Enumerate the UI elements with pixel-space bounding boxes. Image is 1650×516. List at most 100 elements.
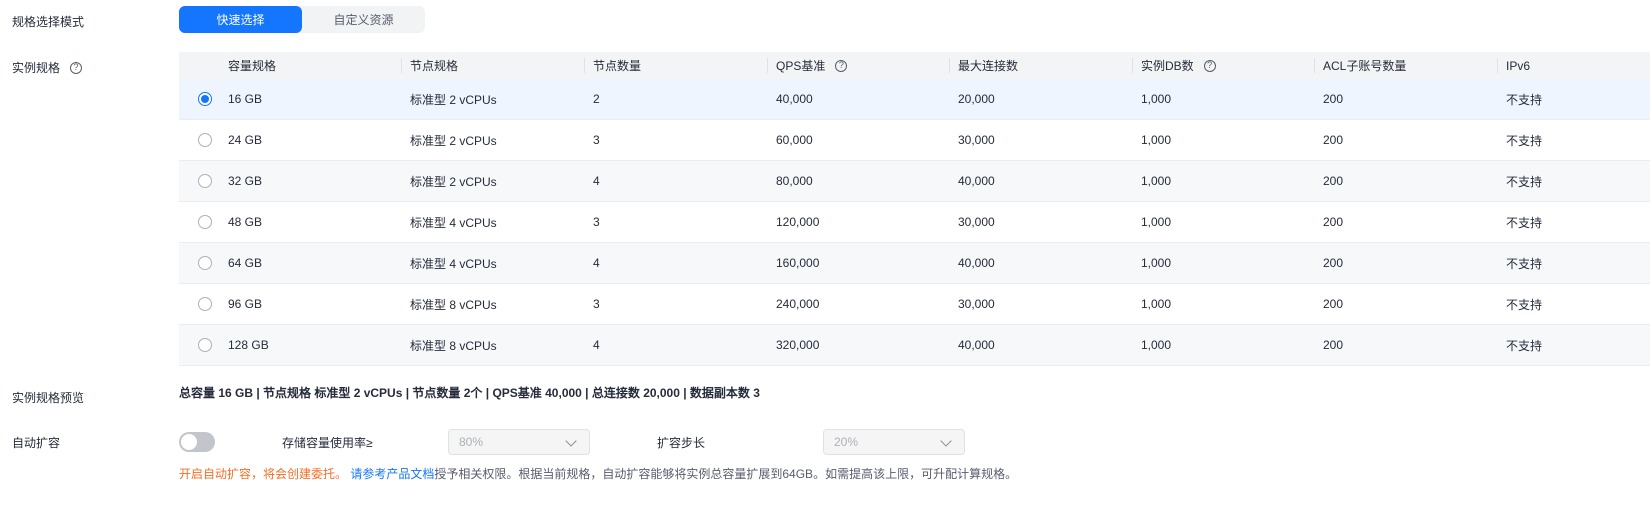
table-cell: 不支持 [1497, 119, 1650, 161]
chevron-down-icon [565, 435, 577, 447]
table-cell: 30,000 [949, 201, 1132, 243]
table-cell: 4 [584, 324, 767, 366]
table-cell: 32 GB [228, 160, 401, 202]
auto-scale-notice: 开启自动扩容，将会创建委托。 请参考产品文档授予相关权限。根据当前规格，自动扩容… [179, 465, 1017, 482]
instance-spec-form: 规格选择模式 快速选择 自定义资源 实例规格 ? 容量规格 节点规格 节点数量 [0, 0, 1650, 516]
table-cell: 不支持 [1497, 201, 1650, 243]
row-radio[interactable] [198, 338, 212, 352]
help-icon[interactable]: ? [835, 59, 848, 72]
table-cell: 标准型 2 vCPUs [401, 119, 584, 161]
table-row[interactable]: 16 GB 标准型 2 vCPUs 2 40,000 20,000 1,000 200 不支持 [179, 79, 1650, 120]
table-header-node-count: 节点数量 [584, 52, 767, 79]
table-cell: 200 [1314, 160, 1497, 202]
table-cell: 1,000 [1132, 242, 1314, 284]
spec-label: 实例规格 ? [12, 59, 83, 76]
help-icon[interactable]: ? [70, 61, 83, 74]
row-radio[interactable] [198, 174, 212, 188]
preview-label: 实例规格预览 [12, 391, 85, 405]
table-row[interactable]: 48 GB 标准型 4 vCPUs 3 120,000 30,000 1,000 200 不支… [179, 201, 1650, 243]
table-row[interactable]: 128 GB 标准型 8 vCPUs 4 320,000 40,000 1,000 200 不… [179, 324, 1650, 366]
table-cell: 标准型 2 vCPUs [401, 160, 584, 202]
table-cell: 30,000 [949, 119, 1132, 161]
table-cell: 1,000 [1132, 79, 1314, 120]
mode-quick-select-button[interactable]: 快速选择 [179, 6, 302, 33]
scale-step-label: 扩容步长 [657, 436, 706, 450]
help-icon[interactable]: ? [1203, 59, 1216, 72]
table-header-ipv6: IPv6 [1497, 52, 1650, 79]
table-cell: 16 GB [228, 79, 401, 120]
table-header-radio [179, 52, 228, 79]
notice-warning: 开启自动扩容，将会创建委托。 [179, 467, 348, 481]
table-cell: 4 [584, 242, 767, 284]
table-cell: 4 [584, 160, 767, 202]
table-cell: 不支持 [1497, 79, 1650, 120]
table-cell: 不支持 [1497, 160, 1650, 202]
table-cell: 96 GB [228, 283, 401, 325]
row-radio[interactable] [198, 297, 212, 311]
row-radio-cell [179, 79, 228, 120]
table-header-max-connections: 最大连接数 [949, 52, 1132, 79]
row-radio-cell [179, 201, 228, 243]
table-cell: 120,000 [767, 201, 949, 243]
mode-selector: 快速选择 自定义资源 [179, 6, 425, 33]
table-cell: 160,000 [767, 242, 949, 284]
table-header-row: 容量规格 节点规格 节点数量 QPS基准? 最大连接数 实例DB数? ACL子账… [179, 52, 1650, 79]
table-header-db-count: 实例DB数? [1132, 52, 1314, 79]
table-cell: 200 [1314, 79, 1497, 120]
scale-step-select[interactable]: 20% [823, 429, 965, 455]
row-radio-cell [179, 242, 228, 284]
table-cell: 不支持 [1497, 324, 1650, 366]
table-row[interactable]: 96 GB 标准型 8 vCPUs 3 240,000 30,000 1,000 200 不支… [179, 283, 1650, 325]
table-cell: 20,000 [949, 79, 1132, 120]
row-radio-cell [179, 283, 228, 325]
auto-scale-toggle[interactable] [179, 432, 215, 452]
table-cell: 80,000 [767, 160, 949, 202]
table-cell: 1,000 [1132, 119, 1314, 161]
row-radio-cell [179, 119, 228, 161]
row-radio[interactable] [198, 133, 212, 147]
table-cell: 48 GB [228, 201, 401, 243]
mode-label: 规格选择模式 [12, 15, 85, 29]
table-cell: 3 [584, 119, 767, 161]
table-cell: 标准型 4 vCPUs [401, 242, 584, 284]
notice-text: 授予相关权限。根据当前规格，自动扩容能够将实例总容量扩展到64GB。如需提高该上… [434, 467, 1018, 481]
table-cell: 1,000 [1132, 160, 1314, 202]
table-cell: 不支持 [1497, 242, 1650, 284]
chevron-down-icon [940, 435, 952, 447]
table-cell: 标准型 4 vCPUs [401, 201, 584, 243]
table-header-acl: ACL子账号数量 [1314, 52, 1497, 79]
auto-scale-label: 自动扩容 [12, 436, 61, 450]
table-cell: 30,000 [949, 283, 1132, 325]
table-cell: 40,000 [949, 242, 1132, 284]
table-cell: 40,000 [949, 160, 1132, 202]
table-cell: 60,000 [767, 119, 949, 161]
spec-table: 容量规格 节点规格 节点数量 QPS基准? 最大连接数 实例DB数? ACL子账… [179, 52, 1650, 366]
table-header-capacity: 容量规格 [228, 52, 401, 79]
table-cell: 3 [584, 201, 767, 243]
product-doc-link[interactable]: 请参考产品文档 [350, 467, 434, 481]
row-radio-cell [179, 160, 228, 202]
table-cell: 40,000 [767, 79, 949, 120]
table-header-qps: QPS基准? [767, 52, 949, 79]
table-row[interactable]: 24 GB 标准型 2 vCPUs 3 60,000 30,000 1,000 200 不支持 [179, 119, 1650, 161]
table-cell: 128 GB [228, 324, 401, 366]
row-radio[interactable] [198, 92, 212, 106]
table-cell: 标准型 8 vCPUs [401, 283, 584, 325]
table-row[interactable]: 32 GB 标准型 2 vCPUs 4 80,000 40,000 1,000 200 不支持 [179, 160, 1650, 202]
usage-threshold-label: 存储容量使用率≥ [282, 436, 373, 450]
table-cell: 320,000 [767, 324, 949, 366]
row-radio-cell [179, 324, 228, 366]
table-cell: 标准型 2 vCPUs [401, 79, 584, 120]
mode-custom-resource-button[interactable]: 自定义资源 [302, 6, 425, 33]
table-cell: 3 [584, 283, 767, 325]
table-cell: 64 GB [228, 242, 401, 284]
row-radio[interactable] [198, 215, 212, 229]
spec-preview-text: 总容量 16 GB | 节点规格 标准型 2 vCPUs | 节点数量 2个 |… [179, 386, 760, 400]
table-row[interactable]: 64 GB 标准型 4 vCPUs 4 160,000 40,000 1,000 200 不支… [179, 242, 1650, 284]
table-header-node-spec: 节点规格 [401, 52, 584, 79]
table-cell: 不支持 [1497, 283, 1650, 325]
table-cell: 标准型 8 vCPUs [401, 324, 584, 366]
row-radio[interactable] [198, 256, 212, 270]
usage-threshold-select[interactable]: 80% [448, 429, 590, 455]
table-cell: 200 [1314, 201, 1497, 243]
